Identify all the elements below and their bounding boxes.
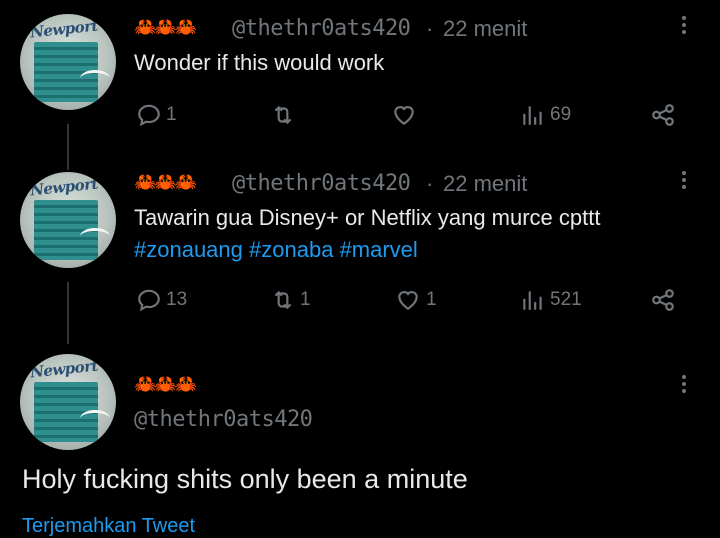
user-handle[interactable]: @thethr0ats420: [232, 171, 411, 197]
tweet-text-body: Tawarin gua Disney+ or Netflix yang murc…: [134, 205, 601, 230]
heart-icon: [398, 291, 418, 310]
share-icon: [652, 104, 674, 126]
thread-line: [67, 124, 69, 170]
hashtag-link[interactable]: #zonaba: [249, 237, 333, 262]
more-options-icon[interactable]: [682, 168, 688, 192]
like-button[interactable]: [390, 101, 418, 129]
heart-icon: [394, 106, 414, 125]
separator-dot: ·: [426, 16, 434, 41]
views-count: 69: [550, 104, 572, 125]
avatar[interactable]: Newport: [20, 14, 116, 110]
avatar-brand-text: Newport: [29, 356, 99, 382]
separator-dot: ·: [426, 171, 434, 196]
user-handle[interactable]: @thethr0ats420: [134, 407, 313, 433]
timestamp[interactable]: 22 menit: [443, 171, 527, 197]
share-button[interactable]: [650, 286, 676, 314]
translate-tweet-link[interactable]: Terjemahkan Tweet: [22, 515, 195, 538]
reply-icon: [138, 289, 160, 312]
tweet-text: Holy fucking shits only been a minute: [22, 462, 468, 496]
tweet-text: Wonder if this would work: [134, 48, 384, 78]
share-icon: [652, 289, 674, 311]
views-button[interactable]: 69: [520, 101, 571, 129]
reply-button[interactable]: 1: [136, 101, 177, 129]
tweet-text-body: Wonder if this would work: [134, 50, 385, 75]
more-options-icon[interactable]: [682, 372, 688, 396]
hashtag-line: #zonauang #zonaba #marvel: [134, 235, 418, 265]
tweet-text-body: Holy fucking shits only been a minute: [22, 464, 468, 494]
like-button[interactable]: 1: [394, 286, 437, 314]
crab-emoji-name: 🦀🦀🦀: [134, 172, 197, 192]
avatar-swoosh: [80, 70, 110, 87]
crab-emoji-name: 🦀🦀🦀: [134, 374, 197, 394]
views-chart-icon: [523, 291, 542, 310]
avatar-brand-text: Newport: [29, 174, 99, 200]
retweet-icon: [274, 290, 292, 310]
timestamp[interactable]: 22 menit: [443, 16, 527, 42]
views-count: 521: [550, 289, 582, 310]
reply-button[interactable]: 13: [136, 286, 187, 314]
thread-line: [67, 282, 69, 344]
avatar-swoosh: [80, 410, 110, 427]
hashtag-link[interactable]: #zonauang: [134, 237, 243, 262]
avatar-brand-text: Newport: [29, 16, 99, 42]
tweet-text: Tawarin gua Disney+ or Netflix yang murc…: [134, 203, 600, 233]
reply-count: 1: [166, 104, 177, 125]
reply-count: 13: [166, 289, 188, 310]
retweet-button[interactable]: [270, 101, 296, 129]
views-chart-icon: [523, 106, 542, 125]
share-button[interactable]: [650, 101, 676, 129]
retweet-button[interactable]: 1: [270, 286, 311, 314]
user-handle[interactable]: @thethr0ats420: [232, 16, 411, 42]
avatar[interactable]: Newport: [20, 172, 116, 268]
avatar-swoosh: [80, 228, 110, 245]
retweet-count: 1: [300, 289, 311, 310]
reply-icon: [138, 104, 160, 127]
crab-emoji-name: 🦀🦀🦀: [134, 17, 197, 37]
avatar[interactable]: Newport: [20, 354, 116, 450]
like-count: 1: [426, 289, 437, 310]
hashtag-link[interactable]: #marvel: [340, 237, 418, 262]
views-button[interactable]: 521: [520, 286, 582, 314]
more-options-icon[interactable]: [682, 13, 688, 37]
retweet-icon: [274, 105, 292, 125]
